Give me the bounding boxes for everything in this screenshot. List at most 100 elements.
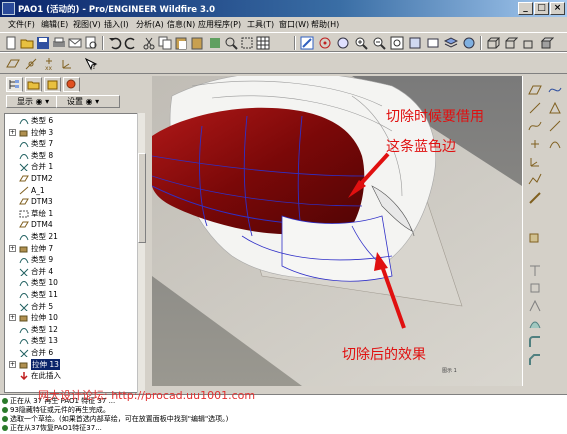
undo-icon[interactable]: [108, 36, 122, 50]
print-preview-icon[interactable]: [84, 36, 98, 50]
new-icon[interactable]: [4, 36, 18, 50]
paste-icon[interactable]: [174, 36, 188, 50]
tab-model-tree[interactable]: [6, 77, 23, 92]
cut-icon[interactable]: [142, 36, 156, 50]
tree-item[interactable]: 类型 7: [5, 138, 139, 149]
tree-item[interactable]: + 拉伸 3: [5, 127, 139, 138]
tree-item[interactable]: DTM2: [5, 173, 139, 184]
offset-icon[interactable]: [547, 136, 563, 152]
tree-item[interactable]: 类型 8: [5, 150, 139, 161]
close-button[interactable]: ×: [550, 2, 565, 15]
tree-item[interactable]: + 拉伸 13: [5, 358, 139, 370]
analysis-icon[interactable]: [527, 172, 543, 188]
tree-item[interactable]: 合并 6: [5, 347, 139, 358]
tree-item[interactable]: 类型 10: [5, 277, 139, 288]
hole-icon[interactable]: [527, 316, 543, 332]
tree-item[interactable]: DTM3: [5, 196, 139, 207]
orient-icon[interactable]: [336, 36, 350, 50]
find-icon[interactable]: [224, 36, 238, 50]
coord-sys-icon[interactable]: [527, 154, 543, 170]
select-box-icon[interactable]: [240, 36, 254, 50]
expand-toggle-icon[interactable]: +: [9, 244, 16, 252]
menu-info[interactable]: 信息(N): [167, 19, 195, 30]
menu-edit[interactable]: 编辑(E): [41, 19, 68, 30]
help-icon[interactable]: ?: [84, 57, 98, 71]
tab-favorites[interactable]: [44, 77, 61, 92]
redo-icon[interactable]: [124, 36, 138, 50]
chamfer-icon[interactable]: [527, 352, 543, 368]
sketch-icon[interactable]: [527, 190, 543, 206]
datum-plane-icon[interactable]: [527, 82, 543, 98]
style-curve-icon[interactable]: [547, 82, 563, 98]
tree-item[interactable]: + 拉伸 7: [5, 243, 139, 254]
wireframe-icon[interactable]: [486, 36, 500, 50]
menu-analysis[interactable]: 分析(A): [136, 19, 164, 30]
menu-help[interactable]: 帮助(H): [311, 19, 339, 30]
sweep-icon[interactable]: [527, 280, 543, 296]
extrude-icon[interactable]: [527, 228, 543, 244]
menu-view[interactable]: 视图(V): [73, 19, 101, 30]
tree-scrollbar[interactable]: [137, 113, 146, 393]
spin-center-icon[interactable]: [318, 36, 332, 50]
datum-plane-display-icon[interactable]: [6, 57, 20, 71]
print-icon[interactable]: [52, 36, 66, 50]
menu-tools[interactable]: 工具(T): [247, 19, 274, 30]
tree-item[interactable]: 合并 5: [5, 301, 139, 312]
datum-point-icon[interactable]: [527, 136, 543, 152]
datum-point-display-icon[interactable]: xx: [42, 57, 56, 71]
menu-applications[interactable]: 应用程序(P): [198, 19, 241, 30]
tree-item[interactable]: 草绘 1: [5, 208, 139, 219]
graphics-viewport[interactable]: 图示 1 切除时候要借用 这条蓝色边 切除后的效果: [152, 76, 522, 386]
paste-special-icon[interactable]: [190, 36, 204, 50]
round-icon[interactable]: [527, 334, 543, 350]
grid-icon[interactable]: [256, 36, 270, 50]
datum-axis-icon[interactable]: [527, 100, 543, 116]
layers-icon[interactable]: [444, 36, 458, 50]
tab-folder-browser[interactable]: [25, 77, 42, 92]
expand-toggle-icon[interactable]: +: [9, 360, 16, 368]
tree-item[interactable]: DTM4: [5, 219, 139, 230]
datum-curve-icon[interactable]: [527, 118, 543, 134]
menu-file[interactable]: 文件(F): [8, 19, 35, 30]
tab-connections[interactable]: [63, 77, 80, 92]
maximize-button[interactable]: □: [534, 2, 549, 15]
shaded-icon[interactable]: [540, 36, 554, 50]
refit-icon[interactable]: [390, 36, 404, 50]
no-hidden-icon[interactable]: [522, 36, 536, 50]
settings-dropdown[interactable]: 设置 ◉ ▾: [56, 95, 120, 108]
tree-item[interactable]: 类型 9: [5, 254, 139, 265]
view-manager-icon[interactable]: [408, 36, 422, 50]
hidden-line-icon[interactable]: [504, 36, 518, 50]
tree-item[interactable]: 类型 12: [5, 324, 139, 335]
tree-item[interactable]: 类型 11: [5, 289, 139, 300]
minimize-button[interactable]: _: [518, 2, 533, 15]
scrollbar-thumb[interactable]: [138, 153, 146, 243]
appearance-icon[interactable]: [462, 36, 476, 50]
open-icon[interactable]: [20, 36, 34, 50]
saved-views-icon[interactable]: [426, 36, 440, 50]
coord-sys-display-icon[interactable]: [60, 57, 74, 71]
save-icon[interactable]: [36, 36, 50, 50]
zoom-in-icon[interactable]: [354, 36, 368, 50]
copy-icon[interactable]: [158, 36, 172, 50]
boundary-blend-icon[interactable]: [547, 100, 563, 116]
tree-item[interactable]: 类型 6: [5, 115, 139, 126]
regenerate-icon[interactable]: [208, 36, 222, 50]
tree-item[interactable]: 合并 4: [5, 266, 139, 277]
repaint-icon[interactable]: [300, 36, 314, 50]
tree-item[interactable]: 类型 21: [5, 231, 139, 242]
datum-axis-display-icon[interactable]: [24, 57, 38, 71]
trim-icon[interactable]: [547, 118, 563, 134]
revolve-icon[interactable]: [527, 262, 543, 278]
tree-item[interactable]: 合并 1: [5, 161, 139, 172]
zoom-out-icon[interactable]: [372, 36, 386, 50]
tree-item[interactable]: 类型 13: [5, 335, 139, 346]
tree-item[interactable]: 在此插入: [5, 370, 139, 381]
email-icon[interactable]: [68, 36, 82, 50]
expand-toggle-icon[interactable]: +: [9, 314, 16, 322]
menu-window[interactable]: 窗口(W): [279, 19, 309, 30]
menu-insert[interactable]: 插入(I): [104, 19, 129, 30]
tree-item[interactable]: + 拉伸 10: [5, 312, 139, 323]
expand-toggle-icon[interactable]: +: [9, 128, 16, 136]
tree-item[interactable]: A_1: [5, 185, 139, 196]
